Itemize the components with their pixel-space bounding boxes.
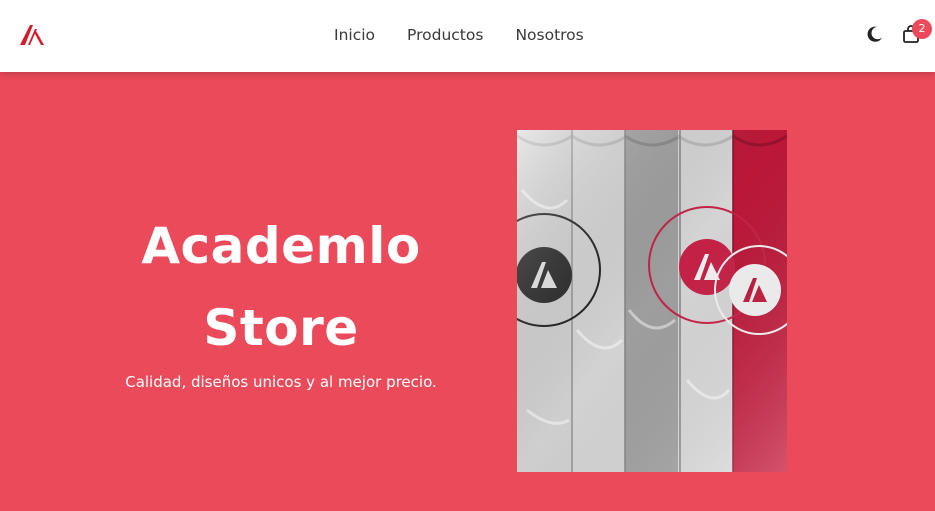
site-header: Inicio Productos Nosotros 2 — [0, 0, 935, 72]
nav-link-productos[interactable]: Productos — [407, 25, 483, 45]
hero-title-line-1: Academlo — [141, 217, 421, 275]
tshirts-hero-image — [517, 130, 787, 472]
main-nav: Inicio Productos Nosotros — [334, 25, 584, 45]
hero-title-line-2: Store — [203, 299, 359, 357]
academlo-logo-icon[interactable] — [19, 23, 45, 47]
hero-subtitle: Calidad, diseños unicos y al mejor preci… — [125, 373, 437, 391]
cart-count-badge: 2 — [912, 19, 932, 39]
moon-icon[interactable] — [865, 25, 884, 44]
nav-link-inicio[interactable]: Inicio — [334, 25, 375, 45]
nav-link-nosotros[interactable]: Nosotros — [515, 25, 583, 45]
hero-title: Academlo Store — [100, 205, 462, 369]
